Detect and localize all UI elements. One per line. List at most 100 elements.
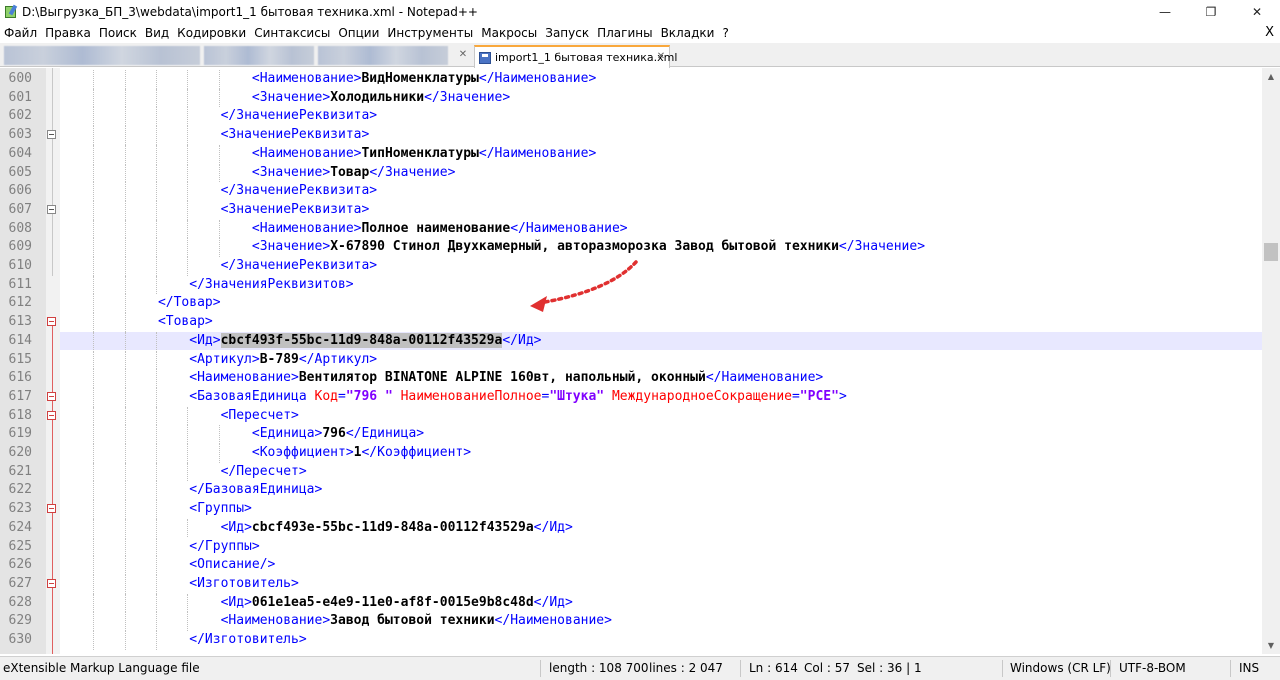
code-line[interactable]: 614 <Ид>cbcf493f-55bc-11d9-848a-00112f435…	[9, 331, 1262, 351]
code-line[interactable]: 602 </ЗначениеРеквизита>	[9, 107, 1262, 127]
menu-view[interactable]: Вид	[141, 26, 173, 40]
fold-margin[interactable]	[46, 68, 60, 654]
minimize-button[interactable]: —	[1142, 0, 1188, 23]
menu-encoding[interactable]: Кодировки	[173, 26, 250, 40]
status-file-type: eXtensible Markup Language file	[3, 661, 200, 675]
menu-settings[interactable]: Опции	[334, 26, 383, 40]
line-number: 621	[8, 463, 32, 479]
tab-active-close-icon[interactable]: ✕	[655, 51, 667, 63]
scrollbar-thumb[interactable]	[1264, 243, 1278, 261]
code-line[interactable]: 609 <Значение>Х-67890 Стинол Двухкамерный…	[9, 238, 1262, 257]
menu-language[interactable]: Синтаксисы	[250, 26, 334, 40]
indent-guide	[124, 144, 126, 164]
code-content: </Изготовитель>	[189, 631, 306, 650]
tab-blurred-2[interactable]	[204, 46, 314, 65]
indent-guide	[218, 444, 220, 463]
tab-blurred-3[interactable]	[318, 46, 448, 65]
code-line[interactable]: 612 </Товар>	[9, 294, 1262, 314]
code-line[interactable]: 600 <Наименование>ВидНоменклатуры</Наимен…	[9, 70, 1262, 89]
code-line[interactable]: 623 <Группы>	[9, 500, 1262, 519]
status-col: Col : 57	[804, 661, 850, 675]
code-content: <Ид>061e1ea5-e4e9-11e0-af8f-0015e9b8c48d…	[221, 594, 573, 613]
tab-close-icon[interactable]: ✕	[457, 49, 469, 61]
menu-tools[interactable]: Инструменты	[383, 26, 477, 40]
tab-blurred-1[interactable]	[4, 46, 200, 65]
fold-toggle-icon[interactable]	[47, 391, 56, 401]
tab-active[interactable]: import1_1 бытовая техника.xml ✕	[474, 45, 677, 68]
indent-guide	[187, 462, 189, 482]
fold-toggle-icon[interactable]	[47, 578, 56, 588]
chevron-up-icon[interactable]: ▲	[1262, 68, 1280, 85]
fold-toggle-icon[interactable]	[47, 410, 56, 420]
fold-toggle-icon[interactable]	[47, 504, 56, 514]
code-line[interactable]: 630 </Изготовитель>	[9, 631, 1262, 650]
code-line[interactable]: 615 <Артикул>В-789</Артикул>	[9, 350, 1262, 370]
code-line[interactable]: 606 </ЗначениеРеквизита>	[9, 182, 1262, 201]
xml-tag: </Значение>	[838, 239, 926, 255]
code-line[interactable]: 611 </ЗначенияРеквизитов>	[9, 275, 1262, 295]
code-area[interactable]: 600 <Наименование>ВидНоменклатуры</Наимен…	[9, 68, 1262, 654]
menu-help[interactable]: ?	[718, 26, 732, 40]
fold-toggle-icon[interactable]	[47, 130, 56, 140]
indent-guide	[155, 238, 157, 257]
indent-guide	[187, 144, 189, 164]
line-number: 611	[8, 276, 32, 292]
code-line[interactable]: 618 <Пересчет>	[9, 406, 1262, 426]
menu-macro[interactable]: Макросы	[477, 26, 541, 40]
menu-window[interactable]: Вкладки	[657, 26, 719, 40]
indent-guide	[187, 219, 189, 239]
indent-guide	[187, 406, 189, 426]
code-line[interactable]: 619 <Единица>796</Единица>	[9, 425, 1262, 444]
xml-tag: <Единица>	[251, 426, 323, 442]
indent-guide	[124, 182, 126, 201]
code-content: </ЗначенияРеквизитов>	[189, 276, 353, 295]
menu-file[interactable]: Файл	[0, 26, 41, 40]
code-line[interactable]: 624 <Ид>cbcf493e-55bc-11d9-848a-00112f435…	[9, 518, 1262, 538]
code-line[interactable]: 629 <Наименование>Завод бытовой техники</…	[9, 612, 1262, 631]
editor[interactable]: 600 <Наименование>ВидНоменклатуры</Наимен…	[0, 68, 1262, 654]
code-line[interactable]: 617 <БазоваяЕдиница Код="796 " Наименован…	[9, 387, 1262, 407]
xml-text: cbcf493e-55bc-11d9-848a-00112f43529a	[251, 519, 534, 535]
indent-guide	[155, 70, 157, 89]
code-line[interactable]: 604 <Наименование>ТипНоменклатуры</Наимен…	[9, 144, 1262, 164]
menu-plugins[interactable]: Плагины	[593, 26, 656, 40]
code-content: <Пересчет>	[221, 407, 299, 426]
chevron-down-icon[interactable]: ▼	[1262, 637, 1280, 654]
code-line[interactable]: 627 <Изготовитель>	[9, 574, 1262, 594]
close-document-button[interactable]: X	[1265, 25, 1274, 40]
status-encoding[interactable]: UTF-8-BOM	[1119, 661, 1186, 675]
code-content: <Наименование>ВидНоменклатуры</Наименова…	[252, 70, 596, 89]
menu-run[interactable]: Запуск	[541, 26, 593, 40]
line-number: 600	[8, 71, 32, 86]
menu-search[interactable]: Поиск	[95, 26, 141, 40]
fold-toggle-icon[interactable]	[47, 317, 56, 327]
code-line[interactable]: 607 <ЗначениеРеквизита>	[9, 200, 1262, 220]
code-content: <Артикул>В-789</Артикул>	[189, 351, 377, 370]
code-line[interactable]: 625 </Группы>	[9, 537, 1262, 557]
vertical-scrollbar[interactable]: ▲ ▼	[1262, 68, 1280, 654]
maximize-button[interactable]: ❐	[1188, 0, 1234, 23]
code-line[interactable]: 621 </Пересчет>	[9, 462, 1262, 482]
code-line[interactable]: 601 <Значение>Холодильники</Значение>	[9, 88, 1262, 108]
indent-guide	[124, 88, 126, 108]
code-line[interactable]: 626 <Описание/>	[9, 556, 1262, 575]
code-line[interactable]: 613 <Товар>	[9, 313, 1262, 332]
status-eol[interactable]: Windows (CR LF)	[1010, 661, 1111, 675]
code-line[interactable]: 620 <Коэффициент>1</Коэффициент>	[9, 444, 1262, 463]
code-line[interactable]: 622 </БазоваяЕдиница>	[9, 481, 1262, 501]
code-line[interactable]: 608 <Наименование>Полное наименование</На…	[9, 219, 1262, 239]
fold-toggle-icon[interactable]	[47, 204, 56, 214]
status-mode[interactable]: INS	[1239, 661, 1259, 675]
xml-tag: <Наименование>	[251, 220, 362, 236]
code-line[interactable]: 603 <ЗначениеРеквизита>	[9, 126, 1262, 145]
code-line[interactable]: 610 </ЗначениеРеквизита>	[9, 257, 1262, 276]
code-line[interactable]: 628 <Ид>061e1ea5-e4e9-11e0-af8f-0015e9b8c…	[9, 593, 1262, 613]
xml-tag: <Коэффициент>	[251, 445, 354, 460]
code-line[interactable]: 616 <Наименование>Вентилятор BINATONE ALP…	[9, 369, 1262, 388]
code-line[interactable]: 605 <Значение>Товар</Значение>	[9, 163, 1262, 183]
close-button[interactable]: ✕	[1234, 0, 1280, 23]
xml-tag: </Значение>	[424, 89, 511, 105]
line-number: 617	[8, 388, 32, 404]
menu-edit[interactable]: Правка	[41, 26, 95, 40]
xml-tag: </ЗначениеРеквизита>	[220, 183, 378, 199]
